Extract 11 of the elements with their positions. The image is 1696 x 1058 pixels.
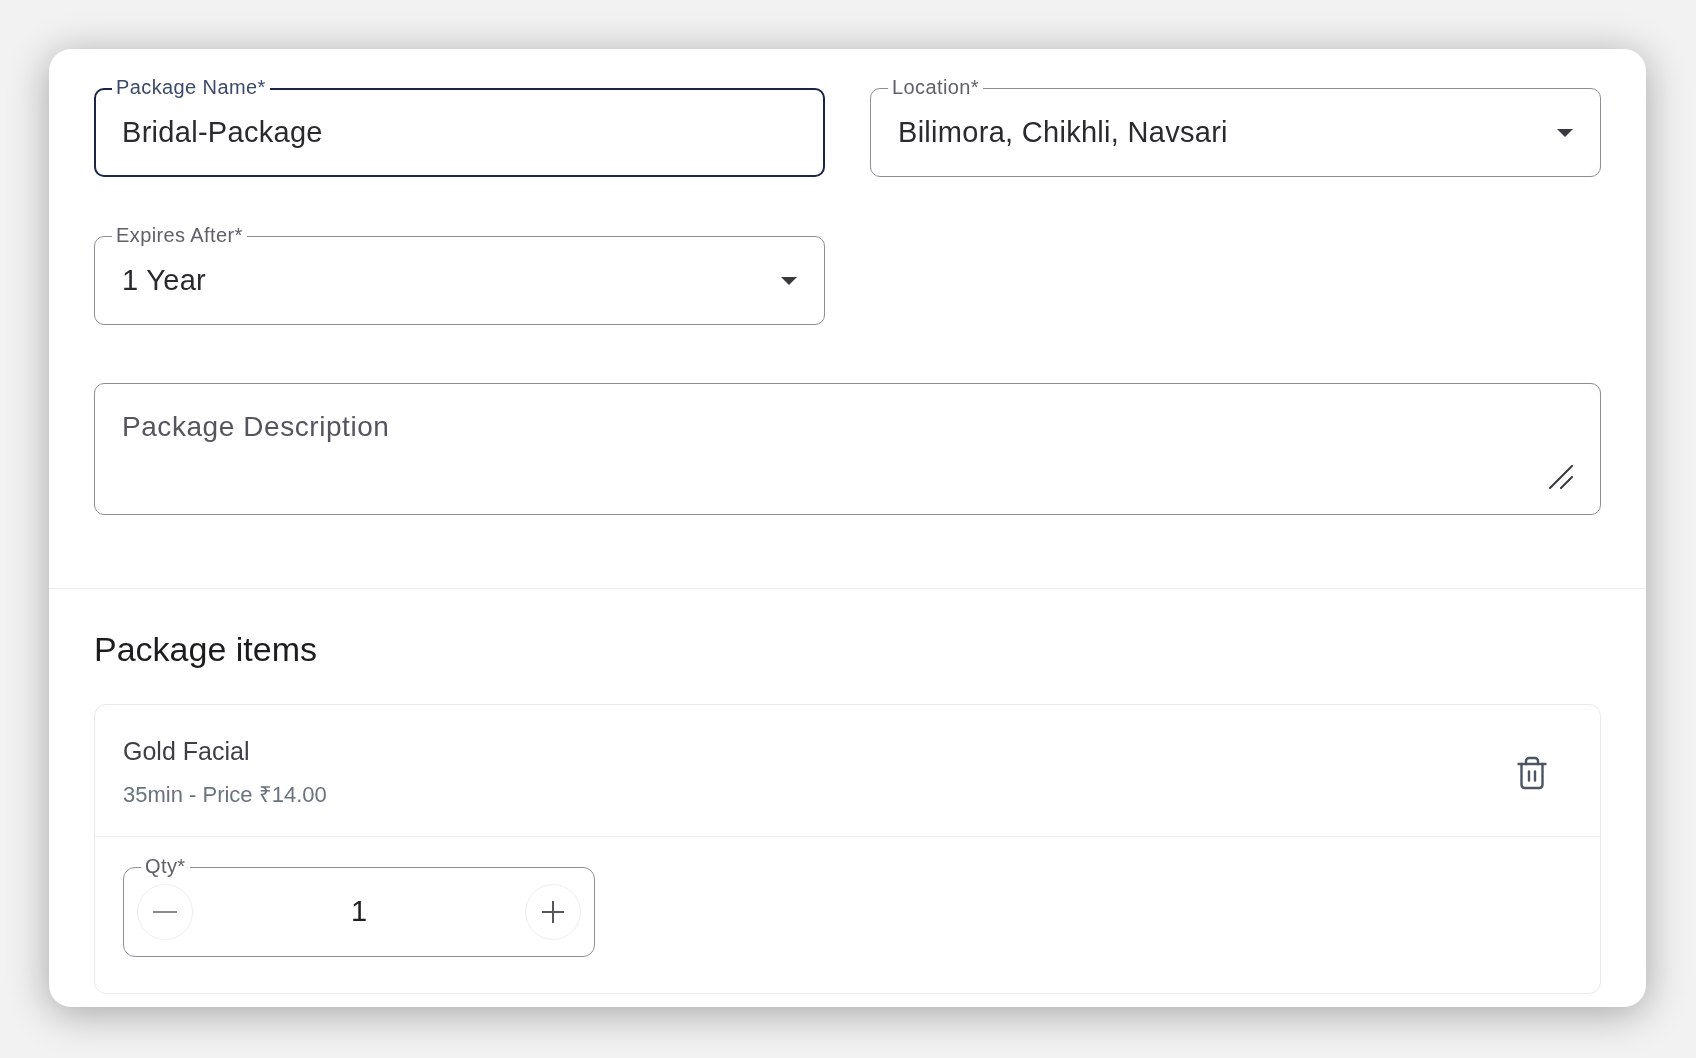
- increase-button[interactable]: [525, 884, 581, 940]
- description-field[interactable]: Package Description: [94, 383, 1601, 515]
- trash-icon: [1514, 754, 1550, 791]
- minus-icon: [153, 911, 177, 913]
- section-heading: Package items: [94, 629, 317, 669]
- resize-handle-icon: [1549, 465, 1573, 489]
- plus-icon: [542, 901, 564, 923]
- caret-icon: [781, 276, 797, 285]
- item-name: Gold Facial: [123, 736, 250, 766]
- item-details: 35min - Price ₹14.00: [123, 781, 327, 809]
- caret-icon: [1557, 128, 1573, 137]
